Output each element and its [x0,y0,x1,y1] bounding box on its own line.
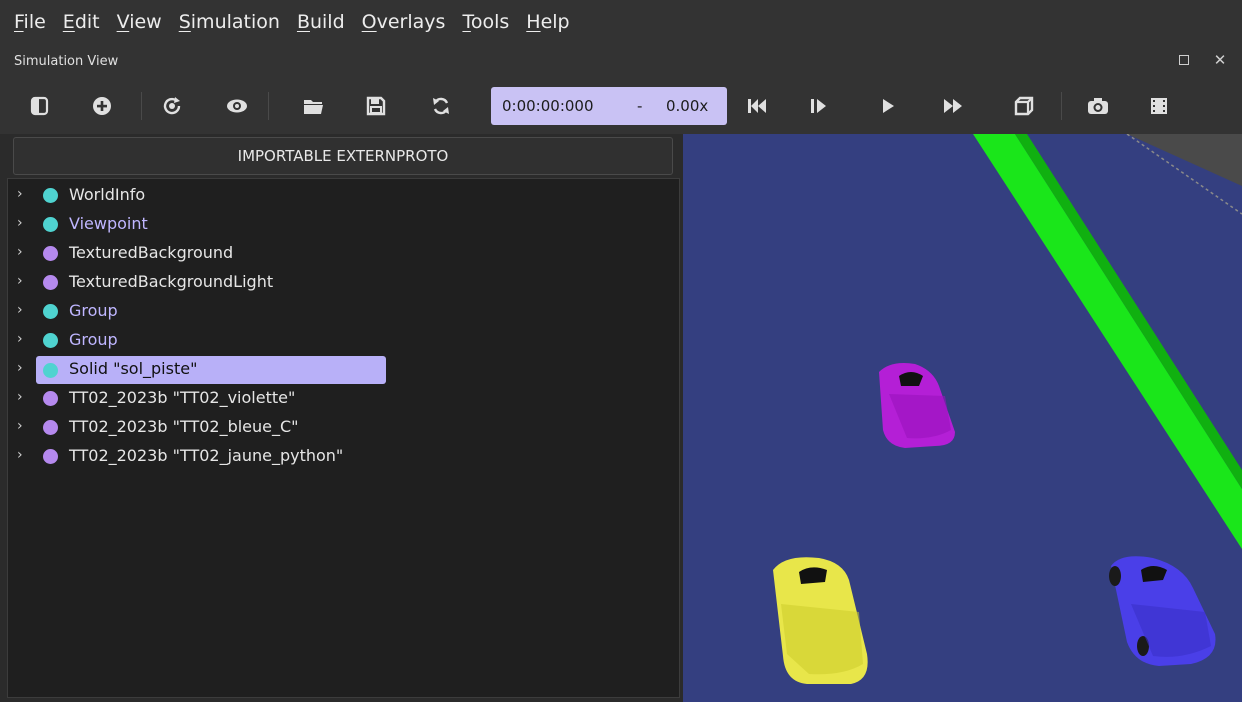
node-dot-icon [43,304,58,319]
reload-world-button[interactable] [426,91,456,121]
close-icon: ✕ [1213,51,1227,69]
play-button[interactable] [873,91,903,121]
dock-title-bar: Simulation View ✕ [0,44,1242,78]
save-world-button[interactable] [361,91,391,121]
scene-render [683,134,1242,702]
expand-arrow-icon[interactable]: › [17,360,23,376]
close-dock-button[interactable]: ✕ [1212,51,1228,69]
toolbar-separator [268,92,269,120]
tree-node-label: Solid "sol_piste" [69,359,198,378]
tree-node-label: Group [69,301,118,320]
render-3d-button[interactable] [1009,91,1039,121]
simulation-time: 0:00:00:000 [502,97,594,115]
add-node-icon [93,97,111,115]
expand-arrow-icon[interactable]: › [17,302,23,318]
speed-separator: - [637,97,643,115]
toolbar-separator [141,92,142,120]
hide-scene-tree-icon [30,96,49,116]
tree-node-label: Viewpoint [69,214,148,233]
menu-file[interactable]: File [14,11,46,33]
play-icon [883,99,894,113]
visibility-button[interactable] [222,91,252,121]
node-dot-icon [43,333,58,348]
tree-node-label: TT02_2023b "TT02_jaune_python" [69,446,344,465]
save-world-icon [366,96,386,116]
float-dock-button[interactable] [1176,52,1192,68]
menu-help[interactable]: Help [526,11,569,33]
node-dot-icon [43,275,58,290]
tree-node-worldinfo[interactable]: › WorldInfo [8,184,679,208]
node-dot-icon [43,246,58,261]
tree-node-label: TT02_2023b "TT02_violette" [69,388,296,407]
tree-node-viewpoint[interactable]: › Viewpoint [8,213,679,237]
tree-node-label: TexturedBackgroundLight [69,272,274,291]
dock-controls: ✕ [1176,51,1228,69]
step-back-icon [748,99,766,113]
simulation-speed: 0.00x [666,97,709,115]
tree-node-label: TT02_2023b "TT02_bleue_C" [69,417,299,436]
tree-node-textured-background-light[interactable]: › TexturedBackgroundLight [8,271,679,295]
tree-node-tt02-jaune-python[interactable]: › TT02_2023b "TT02_jaune_python" [8,445,679,469]
tree-node-tt02-violette[interactable]: › TT02_2023b "TT02_violette" [8,387,679,411]
toolbar-separator [1061,92,1062,120]
tree-node-tt02-bleue-c[interactable]: › TT02_2023b "TT02_bleue_C" [8,416,679,440]
reset-view-button[interactable] [157,91,187,121]
importable-externproto-button[interactable]: IMPORTABLE EXTERNPROTO [13,137,673,175]
hide-scene-tree-button[interactable] [25,91,55,121]
expand-arrow-icon[interactable]: › [17,389,23,405]
screenshot-icon [1088,98,1108,114]
record-movie-icon [1151,98,1167,114]
3d-viewport[interactable] [683,134,1242,702]
node-dot-icon [43,420,58,435]
node-dot-icon [43,188,58,203]
reset-view-icon [163,97,181,115]
tree-node-label: WorldInfo [69,185,146,204]
scene-tree-panel: IMPORTABLE EXTERNPROTO › WorldInfo › Vie… [0,134,683,702]
node-dot-icon [43,391,58,406]
fast-forward-icon [944,99,962,113]
visibility-icon [227,99,247,113]
menu-build[interactable]: Build [297,11,345,33]
record-movie-button[interactable] [1144,91,1174,121]
menu-view[interactable]: View [117,11,162,33]
expand-arrow-icon[interactable]: › [17,273,23,289]
step-icon [811,99,826,113]
open-world-button[interactable] [299,91,329,121]
scene-tree[interactable]: › WorldInfo › Viewpoint › TexturedBackgr… [7,178,680,698]
node-dot-icon [43,217,58,232]
fast-forward-button[interactable] [938,91,968,121]
expand-arrow-icon[interactable]: › [17,244,23,260]
reload-world-icon [433,97,449,115]
expand-arrow-icon[interactable]: › [17,186,23,202]
node-dot-icon [43,449,58,464]
menu-simulation[interactable]: Simulation [179,11,280,33]
tree-node-label: TexturedBackground [69,243,234,262]
menu-tools[interactable]: Tools [462,11,509,33]
dock-title: Simulation View [14,53,119,69]
menu-bar: File Edit View Simulation Build Overlays… [0,0,1242,44]
node-dot-icon [43,363,58,378]
simulation-toolbar: 0:00:00:000 - 0.00x [0,78,1242,134]
step-button[interactable] [803,91,833,121]
tree-node-solid-sol-piste[interactable]: › Solid "sol_piste" [8,356,679,384]
expand-arrow-icon[interactable]: › [17,215,23,231]
menu-edit[interactable]: Edit [63,11,100,33]
open-world-icon [304,100,323,114]
tree-node-group[interactable]: › Group [8,300,679,324]
render-3d-icon [1014,96,1034,116]
add-node-button[interactable] [87,91,117,121]
screenshot-button[interactable] [1083,91,1113,121]
expand-arrow-icon[interactable]: › [17,418,23,434]
simulation-time-display: 0:00:00:000 - 0.00x [491,87,727,125]
float-icon [1179,55,1189,65]
expand-arrow-icon[interactable]: › [17,331,23,347]
expand-arrow-icon[interactable]: › [17,447,23,463]
tree-node-group-2[interactable]: › Group [8,329,679,353]
tree-node-label: Group [69,330,118,349]
tree-node-textured-background[interactable]: › TexturedBackground [8,242,679,266]
menu-overlays[interactable]: Overlays [362,11,446,33]
step-back-button[interactable] [742,91,772,121]
